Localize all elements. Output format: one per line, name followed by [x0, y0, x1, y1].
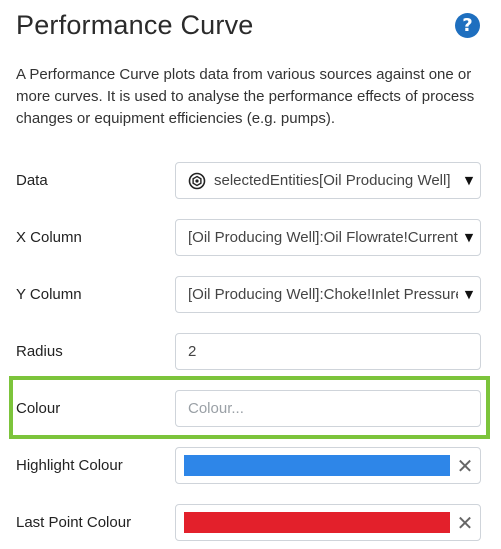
colour-input[interactable]: Colour... [175, 390, 481, 427]
description: A Performance Curve plots data from vari… [16, 66, 475, 127]
radius-input-value: 2 [188, 343, 197, 360]
last-point-colour-picker[interactable]: ✕ [175, 504, 481, 541]
last-point-colour-swatch[interactable] [184, 512, 450, 533]
radius-label: Radius [16, 343, 63, 360]
y-column-select[interactable]: [Oil Producing Well]:Choke!Inlet Pressur… [175, 276, 481, 313]
entity-icon [188, 172, 206, 189]
colour-input-placeholder: Colour... [188, 400, 244, 417]
radius-input[interactable]: 2 [175, 333, 481, 370]
help-icon[interactable]: ? [455, 13, 480, 38]
chevron-down-icon: ▼ [464, 174, 474, 187]
data-label: Data [16, 172, 48, 189]
y-column-select-value: [Oil Producing Well]:Choke!Inlet Pressur… [188, 286, 458, 303]
highlight-colour-swatch[interactable] [184, 455, 450, 476]
chevron-down-icon: ▼ [464, 288, 474, 301]
x-column-select[interactable]: [Oil Producing Well]:Oil Flowrate!Curren… [175, 219, 481, 256]
close-icon[interactable]: ✕ [450, 454, 480, 478]
chevron-down-icon: ▼ [464, 231, 474, 244]
data-select[interactable]: selectedEntities[Oil Producing Well] ▼ [175, 162, 481, 199]
x-column-label: X Column [16, 229, 82, 246]
highlight-colour-label: Highlight Colour [16, 457, 123, 474]
page-title: Performance Curve [16, 10, 254, 40]
data-select-value: selectedEntities[Oil Producing Well] [214, 172, 451, 189]
close-icon[interactable]: ✕ [450, 511, 480, 535]
last-point-colour-label: Last Point Colour [16, 514, 132, 531]
y-column-label: Y Column [16, 286, 82, 303]
colour-label: Colour [16, 400, 61, 417]
highlight-colour-picker[interactable]: ✕ [175, 447, 481, 484]
x-column-select-value: [Oil Producing Well]:Oil Flowrate!Curren… [188, 229, 458, 246]
